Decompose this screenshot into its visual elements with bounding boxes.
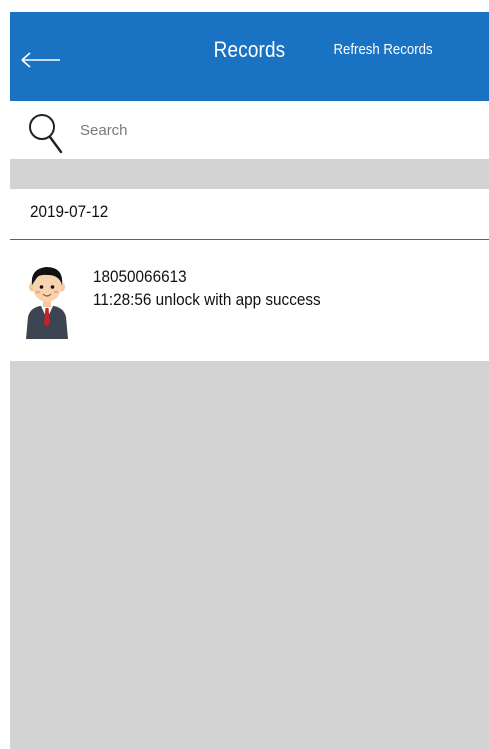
app-frame: Records Refresh Records 2019-07-12 (10, 12, 489, 749)
search-bar (10, 101, 489, 159)
user-avatar-icon (26, 267, 68, 339)
date-group-header: 2019-07-12 (10, 189, 489, 240)
empty-list-area (10, 361, 489, 749)
refresh-records-button[interactable]: Refresh Records (334, 41, 433, 58)
search-input[interactable] (80, 119, 460, 141)
record-date: 2019-07-12 (30, 202, 109, 221)
top-bar: Records Refresh Records (10, 12, 489, 101)
record-detail: 11:28:56 unlock with app success (93, 290, 321, 309)
search-icon (29, 114, 63, 154)
section-divider (10, 159, 489, 189)
record-item[interactable]: 18050066613 11:28:56 unlock with app suc… (10, 241, 489, 361)
record-phone: 18050066613 (93, 267, 187, 286)
